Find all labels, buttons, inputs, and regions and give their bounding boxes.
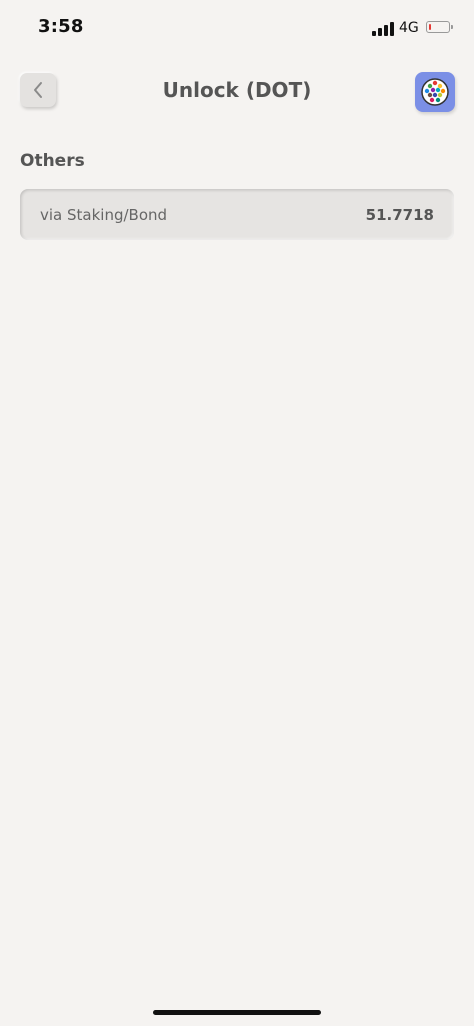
section-title: Others xyxy=(20,151,85,171)
avatar[interactable] xyxy=(415,72,455,112)
signal-icon xyxy=(372,22,394,36)
list-item-staking-bond[interactable]: via Staking/Bond 51.7718 xyxy=(20,189,454,240)
battery-level xyxy=(429,24,431,30)
identicon-icon xyxy=(421,78,449,106)
page-title: Unlock (DOT) xyxy=(162,78,312,102)
list-item-label: via Staking/Bond xyxy=(40,205,168,224)
home-indicator xyxy=(153,1010,321,1015)
status-bar: 3:58 4G xyxy=(0,0,474,56)
list-item-value: 51.7718 xyxy=(365,205,434,224)
network-label: 4G xyxy=(399,20,419,36)
status-time: 3:58 xyxy=(38,16,84,37)
battery-icon xyxy=(426,21,453,33)
